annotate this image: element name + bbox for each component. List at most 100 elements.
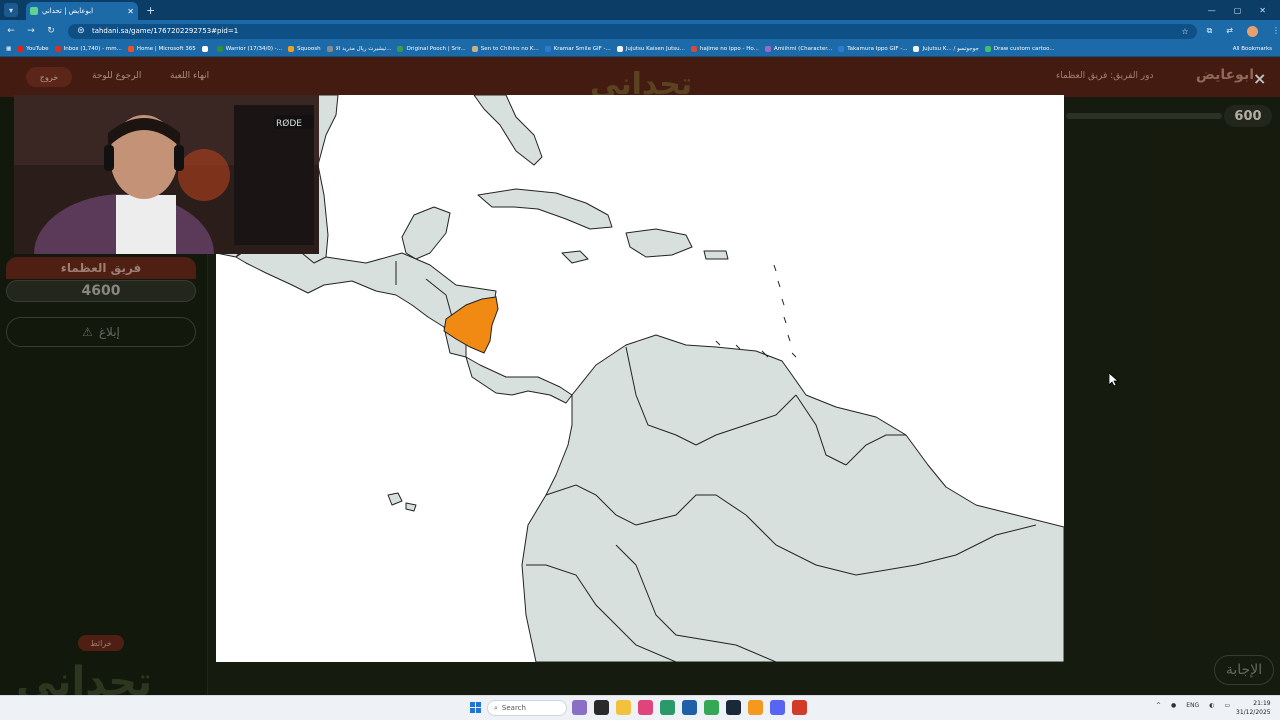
search-icon: ⌕ [494, 703, 498, 712]
forward-icon[interactable]: → [26, 26, 36, 36]
map-cuba [477, 188, 613, 230]
taskbar: ⌕ Search ^ ● ENG ◐ ▭ 21:19 31/12/2025 [0, 695, 1280, 720]
bookmark-item[interactable]: Jujutsu Kaisen Jutsu... [616, 46, 685, 52]
bookmark-label: Kramar Smile GIF -... [553, 46, 611, 52]
bookmark-label: Draw custom cartoo... [993, 46, 1055, 52]
all-bookmarks-link[interactable]: All Bookmarks [1233, 46, 1272, 52]
taskbar-apps [572, 700, 807, 715]
bookmark-favicon-icon [764, 46, 771, 52]
taskbar-app-icon[interactable] [638, 700, 653, 715]
window-controls: — ▢ ✕ [1208, 6, 1280, 15]
cast-icon[interactable]: ⇄ [1226, 26, 1233, 37]
folder-icon[interactable] [616, 700, 631, 715]
maximize-icon[interactable]: ▢ [1234, 6, 1242, 15]
taskbar-app-icon[interactable] [748, 700, 763, 715]
bookmark-favicon-icon [690, 46, 697, 52]
bookmark-item[interactable]: Amiihmi (Character... [764, 46, 833, 52]
taskbar-search[interactable]: ⌕ Search [487, 700, 567, 716]
bookmark-item[interactable]: YouTube [17, 46, 49, 52]
map-image [216, 95, 1064, 662]
taskbar-clock[interactable]: 21:19 31/12/2025 [1236, 699, 1271, 717]
chrome-icon[interactable] [704, 700, 719, 715]
bookmark-item[interactable]: Draw custom cartoo... [984, 46, 1055, 52]
minimize-icon[interactable]: — [1208, 6, 1216, 15]
map-jamaica [561, 250, 589, 264]
system-tray: ^ ● ENG ◐ ▭ [1156, 702, 1230, 709]
extensions-icon[interactable]: ⧉ [1207, 26, 1213, 37]
streamer-camera-image: RØDE [14, 95, 319, 254]
bookmark-favicon-icon [288, 46, 294, 52]
bookmark-item[interactable]: تيشيرت ريال مدريد الا... [326, 46, 392, 52]
bookmark-item[interactable]: Home | Microsoft 365 [127, 46, 196, 52]
clock-time: 21:19 [1253, 700, 1271, 707]
reload-icon[interactable]: ↻ [46, 26, 56, 36]
bookmark-item[interactable]: Inbox (1,740) - mm... [54, 46, 122, 52]
bookmark-favicon-icon [397, 46, 404, 52]
clock-date: 31/12/2025 [1236, 709, 1271, 716]
bookmark-label: Amiihmi (Character... [773, 46, 833, 52]
taskbar-app-icon[interactable] [594, 700, 609, 715]
map-puerto-rico [703, 250, 729, 260]
bookmark-item[interactable]: Original Pooch | Srir... [397, 46, 466, 52]
svg-text:RØDE: RØDE [276, 118, 302, 129]
address-bar[interactable]: ⊜ tahdani.sa/game/1767202292753#pid=1 ☆ [67, 23, 1197, 39]
new-tab-icon[interactable]: + [146, 4, 155, 17]
menu-icon[interactable]: ⋮ [1272, 26, 1280, 37]
profile-avatar[interactable] [1246, 25, 1258, 37]
tab-search-icon[interactable]: ▾ [4, 3, 18, 17]
bookmark-favicon-icon [544, 46, 551, 52]
bookmark-item[interactable] [201, 46, 211, 52]
taskbar-app-icon[interactable] [792, 700, 807, 715]
language-indicator[interactable]: ENG [1186, 702, 1199, 709]
bookmark-item[interactable]: Takamura Ippo GIF -... [838, 46, 907, 52]
taskbar-app-icon[interactable] [572, 700, 587, 715]
tray-mic-icon[interactable]: ● [1171, 702, 1176, 709]
tab-close-icon[interactable]: ✕ [127, 7, 134, 16]
taskbar-app-icon[interactable] [682, 700, 697, 715]
steam-icon[interactable] [726, 700, 741, 715]
bookmark-item[interactable]: Warrior (17/34/0) -... [216, 46, 282, 52]
bookmark-favicon-icon [616, 46, 623, 52]
bookmark-label: Original Pooch | Srir... [406, 46, 466, 52]
close-window-icon[interactable]: ✕ [1259, 6, 1266, 15]
bookmark-item[interactable]: Squoosh [288, 46, 321, 52]
bookmark-item[interactable]: Kramar Smile GIF -... [544, 46, 611, 52]
bookmark-label: Home | Microsoft 365 [136, 46, 196, 52]
mouse-cursor-icon [1109, 373, 1119, 387]
map-panama [465, 356, 573, 404]
bookmark-label: تيشيرت ريال مدريد الا... [335, 46, 392, 52]
bookmark-label: Warrior (17/34/0) -... [225, 46, 282, 52]
bookmark-item[interactable]: Jujutsu K... / جوجوتسو [913, 46, 979, 52]
bookmark-favicon-icon [201, 46, 208, 52]
apps-icon[interactable]: ▦ [6, 46, 11, 52]
discord-icon[interactable] [770, 700, 785, 715]
toolbar-extensions: ⧉ ⇄ ⋮ [1207, 25, 1280, 37]
bookmark-item[interactable]: Sen to Chihiro no K... [471, 46, 539, 52]
map-galapagos-2 [405, 502, 417, 512]
bookmark-star-icon[interactable]: ☆ [1181, 27, 1188, 36]
site-info-icon[interactable]: ⊜ [76, 26, 86, 36]
tray-network-icon[interactable]: ▭ [1224, 702, 1230, 709]
start-icon[interactable] [470, 702, 481, 713]
map-hispaniola [625, 228, 693, 258]
bookmark-label: Squoosh [297, 46, 321, 52]
back-icon[interactable]: ← [6, 26, 16, 36]
tray-chevron-icon[interactable]: ^ [1156, 702, 1161, 709]
map-svg [216, 95, 1064, 662]
screen: ▾ ابوعايض | تحداني ✕ + — ▢ ✕ ← → ↻ ⊜ tah… [0, 0, 1280, 720]
tab-title: ابوعايض | تحداني [42, 7, 94, 15]
bookmark-favicon-icon [326, 46, 333, 52]
bookmark-label: hajime no ippo - Ho... [699, 46, 759, 52]
landmass [216, 95, 1064, 662]
bookmark-favicon-icon [17, 46, 24, 52]
bookmark-favicon-icon [838, 46, 845, 52]
browser-tab-active[interactable]: ابوعايض | تحداني ✕ [26, 2, 138, 20]
bookmark-favicon-icon [913, 46, 920, 52]
taskbar-app-icon[interactable] [660, 700, 675, 715]
bookmark-item[interactable]: hajime no ippo - Ho... [690, 46, 759, 52]
browser-tabbar: ▾ ابوعايض | تحداني ✕ + — ▢ ✕ [0, 0, 1280, 20]
bookmark-label: Jujutsu K... / جوجوتسو [922, 46, 979, 52]
lesser-antilles [715, 264, 797, 358]
bookmark-favicon-icon [984, 46, 991, 52]
tray-volume-icon[interactable]: ◐ [1209, 702, 1214, 709]
